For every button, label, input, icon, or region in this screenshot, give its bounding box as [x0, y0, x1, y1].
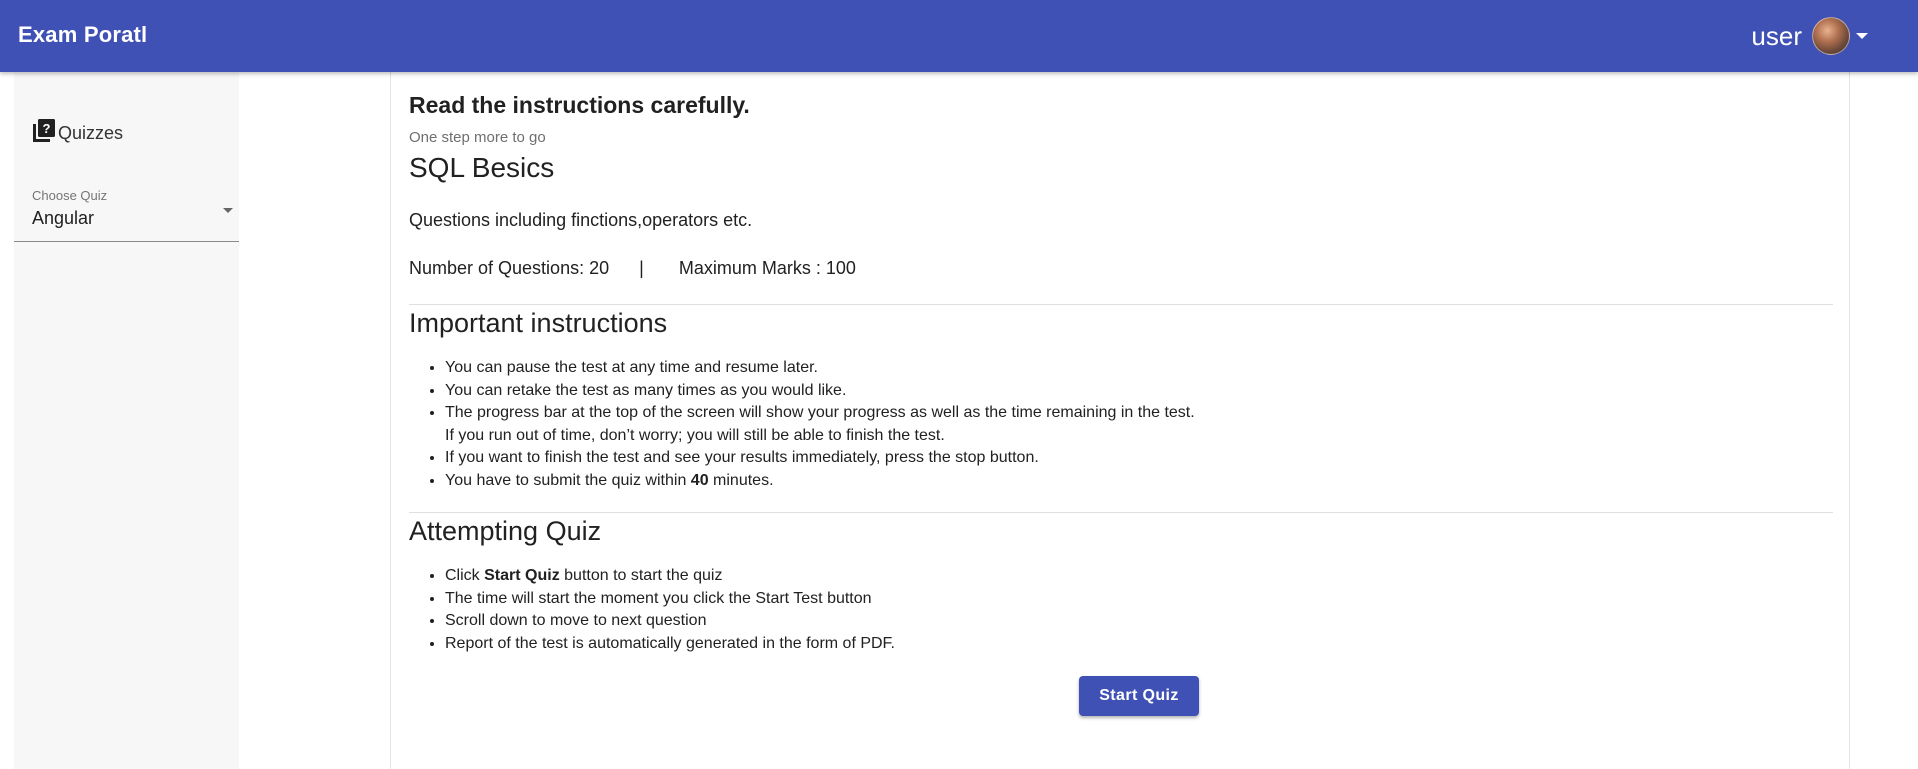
list-item-text: If you run out of time, don’t worry; you…	[445, 426, 945, 444]
user-menu[interactable]: user	[1751, 0, 1868, 72]
top-toolbar: Exam Poratl user	[0, 0, 1918, 72]
list-item: Click Start Quiz button to start the qui…	[445, 565, 895, 588]
avatar[interactable]	[1812, 17, 1850, 55]
list-item: Scroll down to move to next question	[445, 610, 895, 633]
app-brand[interactable]: Exam Poratl	[18, 0, 147, 70]
list-item-text: minutes.	[713, 471, 774, 489]
max-marks: Maximum Marks : 100	[678, 258, 856, 278]
list-item: You can retake the test as many times as…	[445, 380, 1195, 403]
instructions-card: Read the instructions carefully. One ste…	[390, 72, 1850, 769]
list-item: If you want to finish the test and see y…	[445, 447, 1195, 470]
list-item-text: Click	[445, 567, 480, 584]
important-instructions-title: Important instructions	[409, 308, 668, 338]
important-instructions-list: You can pause the test at any time and r…	[409, 357, 1195, 493]
start-quiz-button[interactable]: Start Quiz	[1079, 676, 1199, 716]
svg-text:?: ?	[43, 121, 51, 136]
divider	[409, 512, 1833, 513]
quiz-title: SQL Besics	[409, 152, 555, 183]
list-item: You can pause the test at any time and r…	[445, 357, 1195, 380]
list-item: The time will start the moment you click…	[445, 588, 895, 611]
list-item: Report of the test is automatically gene…	[445, 633, 895, 656]
list-item: You have to submit the quiz within 40 mi…	[445, 470, 1195, 493]
attempting-quiz-title: Attempting Quiz	[409, 516, 602, 546]
list-item-text: You have to submit the quiz within	[445, 471, 687, 489]
sidebar-item-quizzes[interactable]: ? Quizzes	[32, 118, 123, 144]
sidebar-item-label: Quizzes	[58, 123, 124, 143]
select-label: Choose Quiz	[32, 188, 108, 203]
divider	[409, 304, 1833, 305]
attempting-quiz-list: Click Start Quiz button to start the qui…	[409, 565, 895, 655]
quiz-library-icon: ?	[33, 119, 55, 142]
num-questions: Number of Questions: 20	[409, 258, 610, 278]
choose-quiz-select[interactable]: Choose Quiz Angular	[14, 180, 239, 242]
meta-separator: |	[639, 258, 644, 278]
select-value[interactable]: Angular	[32, 208, 94, 229]
chevron-down-icon[interactable]	[1856, 33, 1868, 39]
list-item-text: button to start the quiz	[564, 567, 723, 584]
list-item-text: The progress bar at the top of the scree…	[445, 404, 1195, 422]
page-subtitle: One step more to go	[409, 129, 546, 146]
quiz-description: Questions including finctions,operators …	[409, 210, 753, 230]
quiz-meta: Number of Questions: 20 | Maximum Marks …	[409, 258, 856, 279]
sidebar: ? Quizzes Choose Quiz Angular	[14, 72, 239, 769]
list-item: The progress bar at the top of the scree…	[445, 402, 1195, 447]
page-title: Read the instructions carefully.	[409, 92, 750, 118]
start-quiz-emphasis: Start Quiz	[484, 567, 560, 584]
time-limit-value: 40	[690, 471, 709, 489]
dropdown-arrow-icon[interactable]	[223, 208, 233, 213]
user-name[interactable]: user	[1751, 21, 1802, 52]
